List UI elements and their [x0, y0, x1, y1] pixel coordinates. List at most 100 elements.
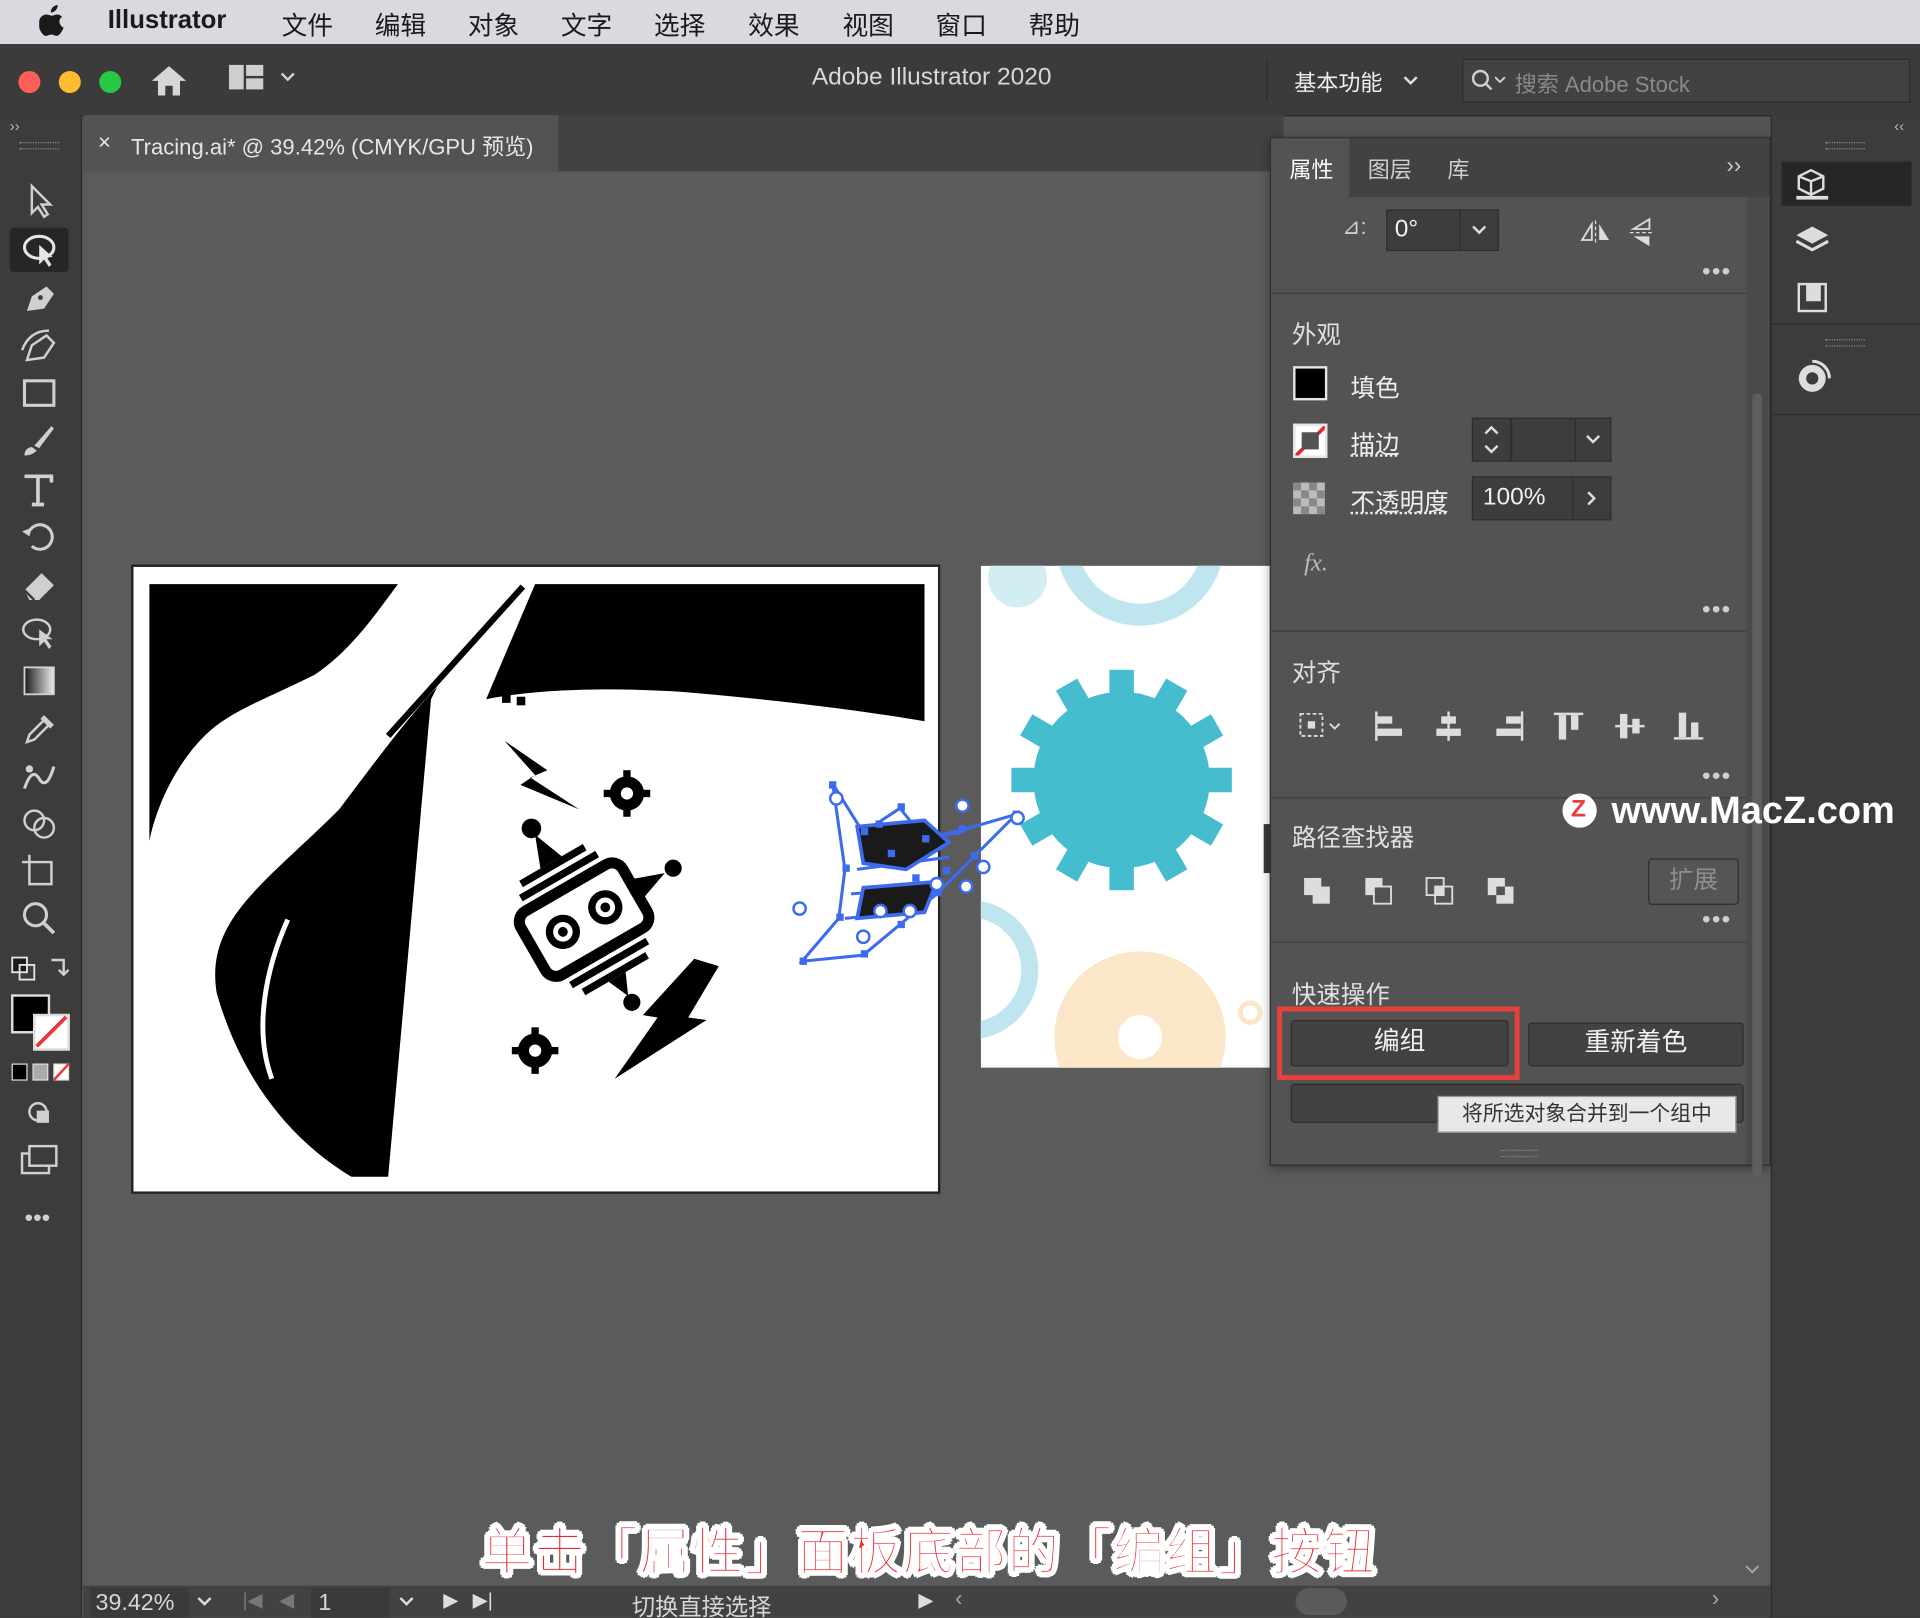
menu-edit[interactable]: 编辑	[375, 6, 426, 43]
tab-libraries[interactable]: 库	[1447, 153, 1469, 185]
menu-select[interactable]: 选择	[654, 6, 705, 43]
align-to-selection-icon[interactable]	[1296, 709, 1347, 743]
align-right-icon[interactable]	[1493, 709, 1527, 743]
align-left-icon[interactable]	[1371, 709, 1405, 743]
zoom-tool-icon[interactable]	[17, 899, 64, 938]
minimize-window-button[interactable]	[58, 71, 81, 94]
stroke-weight-field[interactable]	[1511, 417, 1578, 462]
stroke-color-swatch[interactable]	[33, 1013, 70, 1051]
menu-window[interactable]: 窗口	[936, 6, 987, 43]
scroll-down-icon[interactable]	[1744, 1562, 1761, 1577]
menu-help[interactable]: 帮助	[1029, 6, 1080, 43]
stroke-swatch[interactable]	[1293, 423, 1328, 458]
flip-horizontal-icon[interactable]	[1580, 219, 1612, 246]
close-window-button[interactable]	[18, 71, 41, 94]
opacity-checker-icon[interactable]	[1293, 482, 1325, 515]
blend-tool-icon[interactable]	[17, 757, 64, 796]
artboard-number-field[interactable]: 1	[311, 1588, 390, 1618]
stroke-label[interactable]: 描边	[1351, 425, 1400, 461]
status-menu-icon[interactable]: ▶	[918, 1588, 933, 1612]
next-artboard-icon[interactable]: ▶	[443, 1588, 458, 1612]
selection-tool-icon[interactable]	[17, 181, 64, 220]
tab-layers[interactable]: 图层	[1368, 153, 1412, 185]
more-options-icon[interactable]: •••	[1702, 596, 1731, 624]
align-vertical-center-icon[interactable]	[1613, 709, 1647, 743]
more-options-icon[interactable]: •••	[1702, 258, 1731, 286]
free-transform-tool-icon[interactable]	[17, 612, 64, 651]
eyedropper-tool-icon[interactable]	[17, 708, 64, 747]
align-horizontal-center-icon[interactable]	[1431, 709, 1465, 743]
dock-grip[interactable]	[1825, 142, 1865, 150]
chevron-down-icon[interactable]	[398, 1596, 415, 1608]
layers-panel-icon[interactable]	[1794, 223, 1831, 260]
rotate-tool-icon[interactable]	[17, 517, 64, 556]
apple-logo-icon[interactable]	[39, 4, 66, 37]
menu-file[interactable]: 文件	[282, 6, 333, 43]
flip-vertical-icon[interactable]	[1629, 217, 1656, 249]
panel-collapse-icon[interactable]: ››	[1727, 153, 1742, 179]
pen-tool-icon[interactable]	[17, 279, 64, 318]
align-top-icon[interactable]	[1551, 709, 1585, 743]
menu-type[interactable]: 文字	[561, 6, 612, 43]
selected-object[interactable]	[790, 771, 1127, 985]
chevron-down-icon[interactable]	[1402, 75, 1419, 87]
expand-panels-icon[interactable]: ‹‹	[1894, 118, 1904, 135]
document-tab[interactable]: × Tracing.ai* @ 39.42% (CMYK/GPU 预览)	[83, 115, 559, 172]
screen-mode-icon[interactable]	[17, 1141, 64, 1180]
paintbrush-tool-icon[interactable]	[17, 421, 64, 460]
edit-toolbar-icon[interactable]: •••	[24, 1205, 50, 1233]
last-artboard-icon[interactable]: ▶|	[473, 1588, 493, 1612]
opacity-expand-button[interactable]	[1572, 476, 1612, 521]
expand-button[interactable]: 扩展	[1648, 858, 1739, 905]
pathfinder-intersect-icon[interactable]	[1424, 876, 1456, 908]
gradient-tool-icon[interactable]	[17, 661, 64, 700]
chevron-down-icon[interactable]	[279, 71, 296, 83]
menu-effect[interactable]: 效果	[748, 6, 799, 43]
scroll-right-icon[interactable]: ›	[1712, 1586, 1719, 1612]
more-options-icon[interactable]: •••	[1702, 763, 1731, 791]
zoom-field[interactable]: 39.42%	[90, 1588, 189, 1618]
horizontal-scrollbar-thumb[interactable]	[1295, 1588, 1347, 1616]
tab-properties[interactable]: 属性	[1289, 153, 1333, 185]
libraries-panel-icon[interactable]	[1794, 279, 1831, 316]
rectangle-tool-icon[interactable]	[17, 375, 64, 414]
type-tool-icon[interactable]	[17, 470, 64, 509]
color-mode-icons[interactable]	[11, 1063, 70, 1083]
align-bottom-icon[interactable]	[1671, 709, 1705, 743]
opacity-field[interactable]: 100%	[1471, 476, 1575, 521]
properties-dock-button[interactable]	[1781, 161, 1912, 206]
home-icon[interactable]	[149, 64, 188, 98]
fill-label[interactable]: 填色	[1351, 369, 1400, 405]
drawing-mode-icon[interactable]	[17, 1095, 64, 1134]
zoom-window-button[interactable]	[99, 71, 122, 94]
fill-swatch[interactable]	[1293, 366, 1328, 401]
lasso-selection-tool-icon[interactable]	[17, 230, 64, 269]
pathfinder-exclude-icon[interactable]	[1485, 876, 1517, 908]
stroke-weight-stepper[interactable]	[1471, 417, 1512, 462]
arrange-documents-icon[interactable]	[228, 64, 265, 91]
stock-search-input[interactable]: 搜索 Adobe Stock	[1462, 58, 1911, 103]
chevron-down-icon[interactable]	[196, 1596, 213, 1608]
panel-scrollbar[interactable]	[1746, 197, 1769, 1177]
eraser-tool-icon[interactable]	[17, 566, 64, 605]
menu-object[interactable]: 对象	[468, 6, 519, 43]
rotate-angle-dropdown[interactable]	[1459, 209, 1499, 252]
swap-fill-stroke-icon[interactable]	[10, 953, 71, 982]
opacity-label[interactable]: 不透明度	[1351, 482, 1449, 518]
collapse-toolbar-icon[interactable]: ››	[10, 118, 20, 135]
dock-grip[interactable]	[1825, 339, 1865, 347]
recolor-artwork-icon[interactable]	[1791, 358, 1833, 400]
fx-effects-button[interactable]: fx.	[1304, 550, 1328, 578]
pathfinder-minus-front-icon[interactable]	[1363, 876, 1395, 908]
close-tab-icon[interactable]: ×	[98, 130, 111, 156]
first-artboard-icon[interactable]: |◀	[242, 1588, 262, 1612]
more-options-icon[interactable]: •••	[1702, 906, 1731, 934]
shape-builder-tool-icon[interactable]	[17, 803, 64, 842]
menu-app-name[interactable]: Illustrator	[108, 6, 227, 35]
workspace-switcher[interactable]: 基本功能	[1294, 66, 1382, 98]
rotate-angle-field[interactable]: 0°	[1386, 209, 1463, 252]
previous-artboard-icon[interactable]: ◀	[279, 1588, 294, 1612]
menu-view[interactable]: 视图	[842, 6, 893, 43]
scroll-left-icon[interactable]: ‹	[955, 1586, 962, 1612]
pathfinder-unite-icon[interactable]	[1302, 876, 1334, 908]
